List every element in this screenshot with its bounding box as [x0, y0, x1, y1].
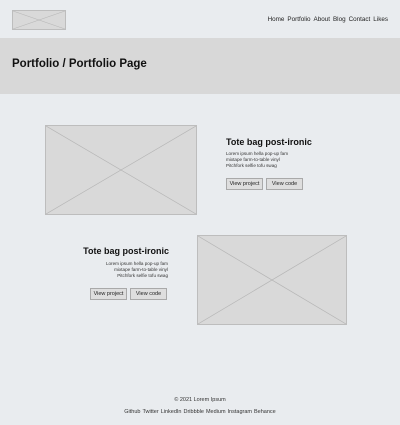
project-title: Tote bag post-ironic	[83, 246, 169, 256]
view-project-button[interactable]: View project	[226, 178, 263, 190]
nav-link-about[interactable]: About	[314, 16, 330, 23]
project-description: Lorem ipsum hella pop-up fam mixtape far…	[226, 151, 288, 170]
main-nav: Home Portfolio About Blog Contact Likes	[268, 16, 388, 23]
footer-link-instagram[interactable]: Instagram	[228, 409, 252, 415]
logo-placeholder-image[interactable]	[12, 10, 66, 30]
view-code-button[interactable]: View code	[266, 178, 303, 190]
image-placeholder-icon	[46, 126, 196, 214]
site-header: Home Portfolio About Blog Contact Likes	[0, 0, 400, 38]
project-description: Lorem ipsum hella pop-up fam mixtape far…	[106, 261, 168, 280]
project-description-line: Pitchfork selfie tofu swag	[117, 273, 168, 279]
project-image-placeholder	[197, 235, 347, 325]
project-title: Tote bag post-ironic	[226, 137, 312, 147]
footer-link-twitter[interactable]: Twitter	[142, 409, 158, 415]
footer-link-linkedin[interactable]: LinkedIn	[161, 409, 182, 415]
nav-link-contact[interactable]: Contact	[349, 16, 371, 23]
image-placeholder-icon	[13, 11, 65, 29]
project-description-line: Pitchfork selfie tofu swag	[226, 163, 277, 169]
nav-link-blog[interactable]: Blog	[333, 16, 346, 23]
project-image-placeholder	[45, 125, 197, 215]
footer-social-links: Github Twitter LinkedIn Dribbble Medium …	[0, 409, 400, 415]
footer-link-behance[interactable]: Behance	[254, 409, 276, 415]
view-code-button[interactable]: View code	[130, 288, 167, 300]
nav-link-likes[interactable]: Likes	[373, 16, 388, 23]
footer-link-github[interactable]: Github	[124, 409, 140, 415]
nav-link-portfolio[interactable]: Portfolio	[287, 16, 310, 23]
image-placeholder-icon	[198, 236, 346, 324]
footer-link-medium[interactable]: Medium	[206, 409, 226, 415]
footer-link-dribbble[interactable]: Dribbble	[183, 409, 203, 415]
nav-link-home[interactable]: Home	[268, 16, 285, 23]
page-title: Portfolio / Portfolio Page	[12, 58, 147, 70]
view-project-button[interactable]: View project	[90, 288, 127, 300]
footer-copyright: © 2021 Lorem Ipsum	[174, 397, 226, 403]
page-banner: Portfolio / Portfolio Page	[0, 38, 400, 94]
